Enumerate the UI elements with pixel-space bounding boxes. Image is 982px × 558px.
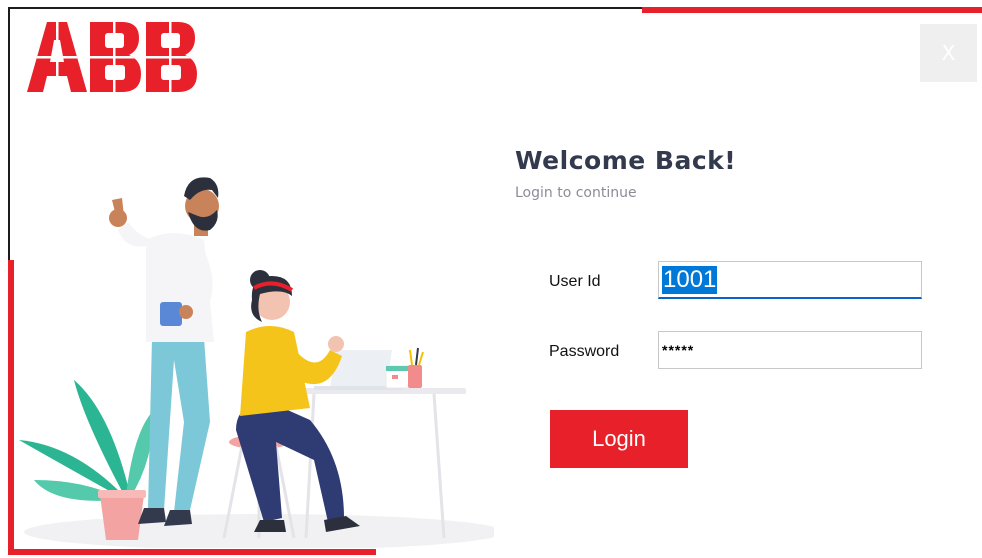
office-people-illustration (19, 177, 494, 548)
login-button[interactable]: Login (550, 410, 688, 468)
user-id-value: 1001 (662, 265, 718, 294)
user-id-input[interactable]: 1001 (658, 261, 922, 299)
user-id-label: User Id (549, 273, 601, 290)
accent-bar-bottom (8, 549, 376, 555)
abb-logo (27, 22, 197, 92)
password-label: Password (549, 343, 620, 360)
password-input[interactable] (658, 331, 922, 369)
close-button[interactable]: X (920, 24, 977, 82)
accent-bar-top (642, 7, 982, 13)
welcome-title: Welcome Back! (515, 146, 737, 175)
welcome-subtitle: Login to continue (515, 185, 637, 201)
close-icon: X (941, 41, 956, 65)
